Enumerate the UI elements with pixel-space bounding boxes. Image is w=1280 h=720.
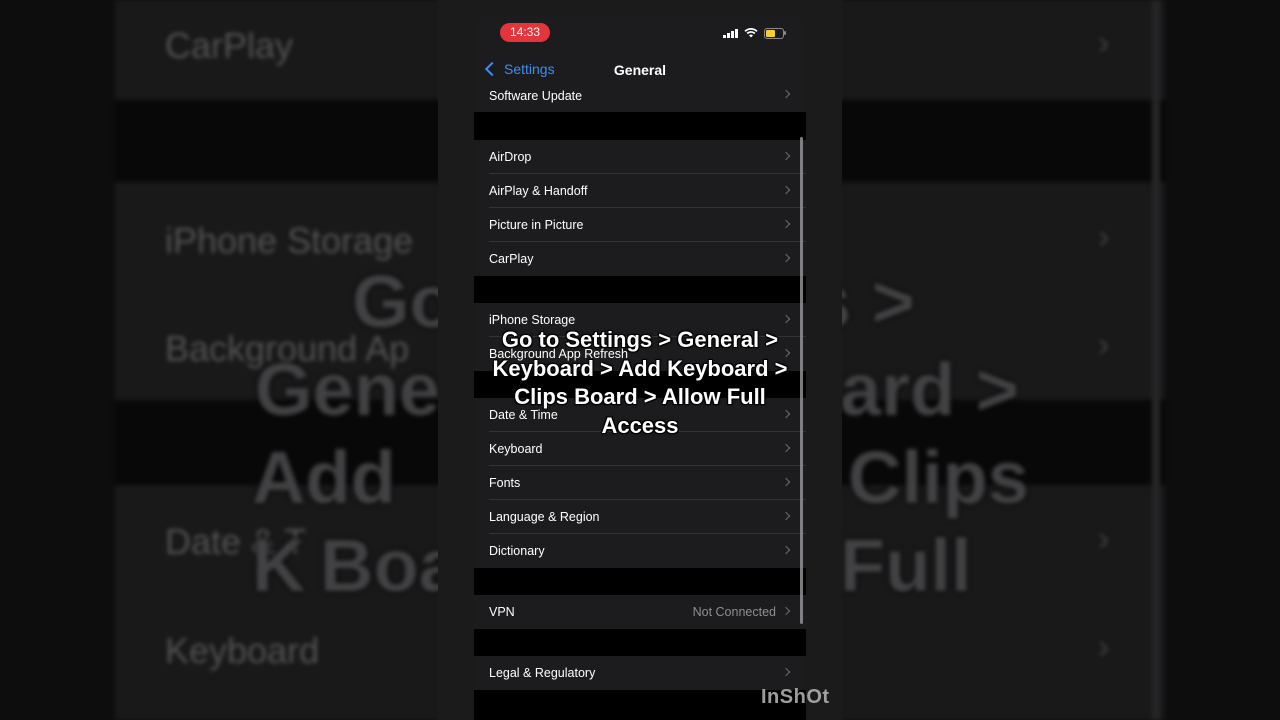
chevron-right-icon xyxy=(781,477,791,487)
chevron-right-icon xyxy=(781,151,791,161)
row-label: CarPlay xyxy=(489,252,534,266)
chevron-right-icon xyxy=(781,185,791,195)
row-label: Software Update xyxy=(489,88,583,103)
bg-chevron-icon: › xyxy=(1098,218,1110,256)
bg-chevron-icon: › xyxy=(1098,24,1110,62)
group-spacer xyxy=(474,112,806,140)
row-vpn[interactable]: VPN Not Connected xyxy=(474,595,806,629)
chevron-right-icon xyxy=(781,443,791,453)
bg-chevron-icon: › xyxy=(1098,326,1110,364)
bg-caption-fragment: Gene xyxy=(255,348,441,431)
chevron-right-icon xyxy=(781,606,791,616)
row-label: iPhone Storage xyxy=(489,313,576,327)
caption-overlay: Go to Settings > General > Keyboard > Ad… xyxy=(492,327,788,438)
wifi-icon xyxy=(744,28,758,38)
bg-chevron-icon: › xyxy=(1098,628,1110,666)
chevron-right-icon xyxy=(781,314,791,324)
bg-caption-fragment: ard > xyxy=(840,348,1019,431)
chevron-right-icon xyxy=(781,89,791,99)
status-icons xyxy=(723,27,786,39)
settings-group: Software Update xyxy=(474,79,806,112)
row-label: AirPlay & Handoff xyxy=(489,184,588,198)
chevron-right-icon xyxy=(781,219,791,229)
row-label: Fonts xyxy=(489,476,521,490)
row-software-update[interactable]: Software Update xyxy=(474,79,806,112)
bg-caption-fragment: Go xyxy=(352,260,455,343)
bg-chevron-icon: › xyxy=(1098,520,1110,558)
row-label: Dictionary xyxy=(489,544,545,558)
chevron-right-icon xyxy=(781,545,791,555)
row-label: VPN xyxy=(489,605,515,619)
row-picture-in-picture[interactable]: Picture in Picture xyxy=(474,208,806,242)
bg-row-text: CarPlay xyxy=(165,25,294,66)
group-spacer xyxy=(474,629,806,656)
row-label: Picture in Picture xyxy=(489,218,584,232)
row-fonts[interactable]: Fonts xyxy=(474,466,806,500)
cellular-signal-icon xyxy=(723,28,738,38)
chevron-right-icon xyxy=(781,253,791,263)
row-airdrop[interactable]: AirDrop xyxy=(474,140,806,174)
video-frame: CarPlay iPhone Storage Background Ap Dat… xyxy=(0,0,1280,720)
bg-scrollbar xyxy=(1152,0,1160,720)
row-dictionary[interactable]: Dictionary xyxy=(474,534,806,568)
page-title: General xyxy=(613,62,667,78)
settings-group: Legal & Regulatory xyxy=(474,656,806,690)
row-label: Language & Region xyxy=(489,510,600,524)
row-language-region[interactable]: Language & Region xyxy=(474,500,806,534)
battery-icon xyxy=(764,27,786,39)
chevron-right-icon xyxy=(781,511,791,521)
chevron-right-icon xyxy=(781,667,791,677)
watermark-logo: InShOt xyxy=(761,686,830,708)
row-legal-regulatory[interactable]: Legal & Regulatory xyxy=(474,656,806,690)
status-time: 14:33 xyxy=(500,23,550,42)
settings-group: AirDrop AirPlay & Handoff Picture in Pic… xyxy=(474,140,806,276)
group-spacer xyxy=(474,276,806,303)
group-spacer xyxy=(474,568,806,595)
row-label: Legal & Regulatory xyxy=(489,666,596,680)
row-airplay-handoff[interactable]: AirPlay & Handoff xyxy=(474,174,806,208)
settings-group: VPN Not Connected xyxy=(474,595,806,629)
row-label: AirDrop xyxy=(489,150,532,164)
vpn-status: Not Connected xyxy=(692,605,776,619)
bg-caption-fragment: Clips xyxy=(848,436,1029,519)
status-bar: 14:33 xyxy=(474,17,806,53)
bg-row-text: Keyboard xyxy=(165,630,320,671)
bg-caption-fragment: Full xyxy=(840,524,972,607)
bg-row-text: iPhone Storage xyxy=(165,220,414,261)
row-label: Keyboard xyxy=(489,442,543,456)
row-carplay[interactable]: CarPlay xyxy=(474,242,806,276)
